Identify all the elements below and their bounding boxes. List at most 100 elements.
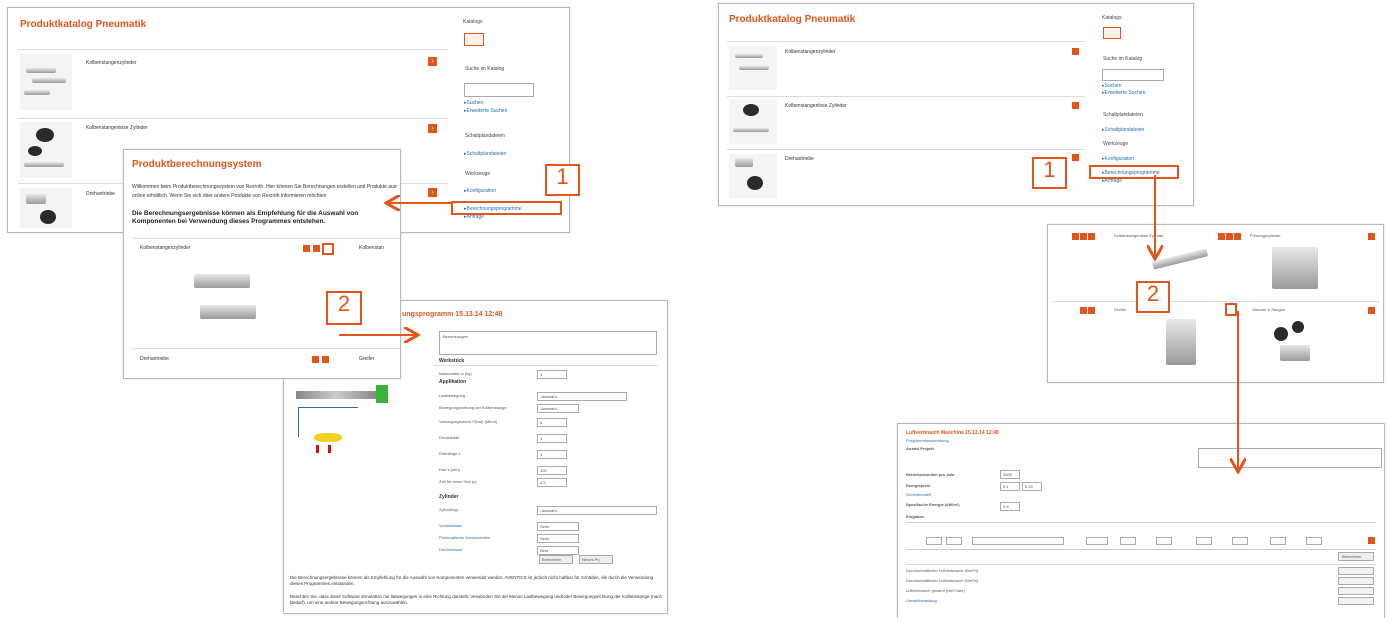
field-label: Massenlast m (kg) bbox=[439, 371, 472, 376]
product-open-button[interactable]: › bbox=[428, 188, 437, 197]
field-value: 100 bbox=[540, 468, 547, 473]
calc-title: Luftverbrauch Maschine 15.13.14 12:48 bbox=[906, 430, 999, 436]
field-input[interactable]: Serie bbox=[537, 534, 579, 543]
field-input[interactable]: 0.5 bbox=[537, 478, 567, 487]
field-input[interactable]: 1 bbox=[537, 370, 567, 379]
grid-icon[interactable] bbox=[1368, 307, 1375, 314]
product-name[interactable]: Kolbenstangenlose Zylinder bbox=[86, 125, 148, 131]
comment-field[interactable]: Bemerkungen bbox=[439, 331, 657, 355]
system-intro-2: online erhältlich. Wenn Sie sich über an… bbox=[132, 193, 327, 199]
field-input[interactable]: -Auswahl- bbox=[537, 392, 627, 401]
product-open-button[interactable]: › bbox=[428, 57, 437, 66]
product-open-button[interactable] bbox=[1072, 154, 1079, 161]
field-value: Serie bbox=[540, 524, 550, 529]
grid-item-label[interactable]: Kolbenstangenlose Zylinder bbox=[1114, 233, 1163, 238]
field-label: Rohrlänge L bbox=[439, 451, 461, 456]
field-input[interactable]: -Auswahl- bbox=[537, 404, 579, 413]
catalog-icon[interactable] bbox=[1103, 27, 1121, 39]
item-label[interactable]: Kolbenstan bbox=[359, 245, 384, 251]
item-icon[interactable] bbox=[313, 245, 320, 252]
field-value: 1 bbox=[540, 372, 543, 377]
calc-input[interactable]: 0.8 bbox=[1000, 502, 1020, 511]
calc-input[interactable]: 0.1 bbox=[1000, 482, 1020, 491]
field-input[interactable]: Serie bbox=[537, 522, 579, 531]
calc-row-label: Betriebsstunden pro Jahr bbox=[906, 472, 955, 477]
section-heading: Applikation bbox=[439, 379, 467, 385]
sidebar-link-schematics[interactable]: Schaltplandateien bbox=[1102, 127, 1145, 133]
grid-icon[interactable] bbox=[1088, 307, 1095, 314]
grid-icon[interactable] bbox=[1218, 233, 1225, 240]
item-label[interactable]: Kolbenstangenzylinder bbox=[140, 245, 191, 251]
result-label[interactable]: Umweltbelastung bbox=[906, 598, 937, 603]
grid-icon[interactable] bbox=[1080, 307, 1087, 314]
calc-subtitle[interactable]: Programmbeschreibung bbox=[906, 438, 949, 443]
product-name[interactable]: Drehantriebe bbox=[785, 156, 814, 162]
field-value: Serie bbox=[540, 536, 550, 541]
program-footer-2: Beachten Sie, dass diese Software Simula… bbox=[290, 594, 662, 605]
field-label: Zeit für einen Hub (s) bbox=[439, 479, 477, 484]
product-name[interactable]: Kolbenstangenzylinder bbox=[785, 49, 836, 55]
add-row-button[interactable] bbox=[1368, 537, 1375, 544]
field-input[interactable]: 6 bbox=[537, 418, 567, 427]
step-callout-2: 2 bbox=[326, 291, 362, 325]
product-name[interactable]: Drehantriebe bbox=[86, 191, 115, 197]
field-value: 0.5 bbox=[540, 480, 546, 485]
calculate-button[interactable]: Berechnen bbox=[539, 555, 573, 564]
sidebar-link-search[interactable]: Suchen bbox=[464, 100, 484, 106]
field-label: Pneumatische Komponenten bbox=[439, 535, 491, 540]
system-title: Produktberechnungsystem bbox=[132, 159, 262, 170]
grid-item-label[interactable]: Vakuum & Saugen bbox=[1252, 307, 1285, 312]
item-icon[interactable] bbox=[303, 245, 310, 252]
highlight-item-button[interactable] bbox=[322, 243, 334, 255]
product-name[interactable]: Kolbenstangenzylinder bbox=[86, 60, 137, 66]
search-input[interactable] bbox=[464, 83, 534, 97]
field-input[interactable]: -Auswahl- bbox=[537, 506, 657, 515]
field-input[interactable]: 1 bbox=[537, 450, 567, 459]
item-icon[interactable] bbox=[322, 356, 329, 363]
search-input[interactable] bbox=[1102, 69, 1164, 81]
grid-icon[interactable] bbox=[1368, 233, 1375, 240]
grid-icon[interactable] bbox=[1226, 233, 1233, 240]
cylinder-image bbox=[200, 305, 256, 319]
grid-item-label[interactable]: Greifer bbox=[1114, 307, 1126, 312]
field-input[interactable]: 100 bbox=[537, 466, 567, 475]
new-project-button[interactable]: Neues Prj bbox=[579, 555, 613, 564]
field-label: Versorgungsdruck P(bar) (Menü) bbox=[439, 419, 498, 424]
highlight-grid-button[interactable] bbox=[1225, 303, 1237, 316]
product-name[interactable]: Kolbenstangenlose Zylinder bbox=[785, 103, 847, 109]
sidebar-link-advanced-search[interactable]: Erweiterte Suchen bbox=[464, 108, 508, 114]
sidebar-heading: Katalogs bbox=[1102, 15, 1122, 21]
catalog-title: Produktkatalog Pneumatik bbox=[729, 14, 856, 25]
search-heading: Suche im Katalog bbox=[465, 66, 505, 72]
sidebar-link-schematics[interactable]: Schaltplandateien bbox=[464, 151, 507, 157]
program-fields: Massenlast m (kg) 1 Lastbewegung -Auswahl- B… bbox=[439, 367, 664, 567]
product-open-button[interactable] bbox=[1072, 48, 1079, 55]
calc-row-label[interactable]: Schichtmodell bbox=[906, 492, 931, 497]
grid-icon[interactable] bbox=[1088, 233, 1095, 240]
system-intro: Willkommen beim Produktberechnungssystem… bbox=[132, 184, 397, 190]
sidebar-link-configuration[interactable]: Konfiguration bbox=[464, 188, 496, 194]
field-input[interactable]: Best bbox=[537, 546, 579, 555]
grid-icon[interactable] bbox=[1234, 233, 1241, 240]
grid-icon[interactable] bbox=[1072, 233, 1079, 240]
search-heading: Suche im Katalog bbox=[1103, 56, 1143, 62]
calc-comment-field[interactable] bbox=[1198, 448, 1382, 468]
item-label[interactable]: Greifer bbox=[359, 356, 374, 362]
item-icon[interactable] bbox=[312, 356, 319, 363]
field-value: 1 bbox=[540, 452, 543, 457]
grid-icon[interactable] bbox=[1080, 233, 1087, 240]
calc-input[interactable]: 0.25 bbox=[1022, 482, 1042, 491]
catalog-icon[interactable] bbox=[464, 33, 484, 46]
product-open-button[interactable]: › bbox=[428, 124, 437, 133]
item-label[interactable]: Drehantriebe bbox=[140, 356, 169, 362]
calc-button[interactable]: Berechnen bbox=[1338, 552, 1374, 561]
sidebar-heading: Werkzeuge bbox=[465, 171, 491, 177]
product-open-button[interactable] bbox=[1072, 102, 1079, 109]
sidebar-link-search[interactable]: Suchen bbox=[1102, 83, 1122, 89]
grid-item-label[interactable]: Führungszylinder bbox=[1250, 233, 1281, 238]
sidebar-link-advanced-search[interactable]: Erweiterte Suchen bbox=[1102, 90, 1146, 96]
sidebar-link-configuration[interactable]: Konfiguration bbox=[1102, 156, 1134, 162]
field-input[interactable]: 1 bbox=[537, 434, 567, 443]
table-label: Eingaben bbox=[906, 514, 925, 519]
calc-input[interactable]: 3000 bbox=[1000, 470, 1020, 479]
